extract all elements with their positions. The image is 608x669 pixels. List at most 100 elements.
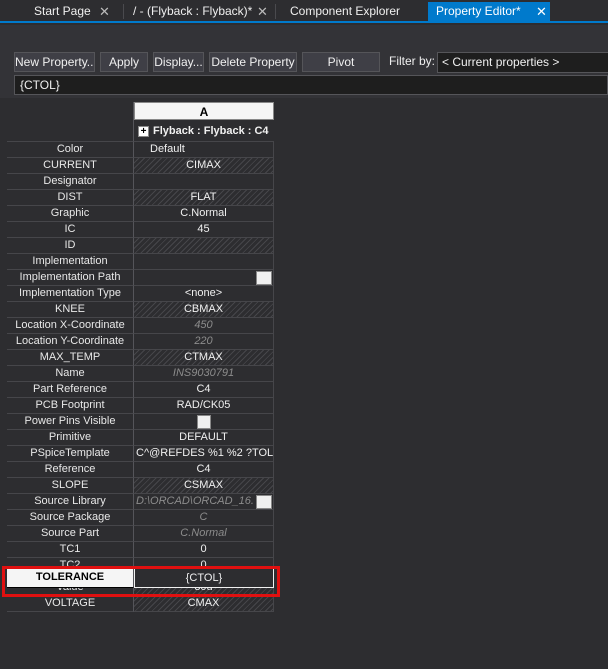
property-row-voltage[interactable]: VOLTAGE CMAX — [7, 596, 274, 612]
property-row-pcb-footprint[interactable]: PCB Footprint RAD/CK05 — [7, 398, 274, 414]
property-label[interactable]: Implementation Type — [7, 286, 134, 302]
browse-button[interactable] — [256, 271, 272, 285]
expand-icon[interactable]: + — [138, 125, 149, 137]
property-value[interactable]: 0 — [134, 542, 274, 558]
property-row-source-part[interactable]: Source Part C.Normal — [7, 526, 274, 542]
property-row-name[interactable]: Name INS9030791 — [7, 366, 274, 382]
property-label[interactable]: Graphic — [7, 206, 134, 222]
property-row-power-pins-visible[interactable]: Power Pins Visible — [7, 414, 274, 430]
property-label[interactable]: Source Library — [7, 494, 134, 510]
property-value[interactable]: C4 — [134, 382, 274, 398]
property-row-max-temp[interactable]: MAX_TEMP CTMAX — [7, 350, 274, 366]
property-row-knee[interactable]: KNEE CBMAX — [7, 302, 274, 318]
property-label[interactable]: Implementation — [7, 254, 134, 270]
pivot-button[interactable]: Pivot — [302, 52, 380, 72]
property-value[interactable]: DEFAULT — [134, 430, 274, 446]
property-label[interactable]: Part Reference — [7, 382, 134, 398]
property-label[interactable]: CURRENT — [7, 158, 134, 174]
tab-component-explorer[interactable]: Component Explorer — [282, 2, 417, 21]
property-value[interactable] — [134, 414, 274, 430]
property-label[interactable]: Reference — [7, 462, 134, 478]
property-value[interactable]: CBMAX — [134, 302, 274, 318]
property-value[interactable]: 220 — [134, 334, 274, 350]
property-row-slope[interactable]: SLOPE CSMAX — [7, 478, 274, 494]
property-value[interactable]: C.Normal — [134, 206, 274, 222]
property-row-source-library[interactable]: Source Library D:\ORCAD\ORCAD_16. — [7, 494, 274, 510]
formula-field[interactable]: {CTOL} — [14, 75, 608, 95]
property-row-reference[interactable]: Reference C4 — [7, 462, 274, 478]
tab-schematic[interactable]: / - (Flyback : Flyback)* ✕ — [125, 2, 270, 21]
property-row-pspice-template[interactable]: PSpiceTemplate C^@REFDES %1 %2 ?TOLE — [7, 446, 274, 462]
property-value[interactable]: C4 — [134, 462, 274, 478]
property-row-implementation-type[interactable]: Implementation Type <none> — [7, 286, 274, 302]
property-row-dist[interactable]: DIST FLAT — [7, 190, 274, 206]
close-icon[interactable]: ✕ — [99, 2, 110, 21]
property-label[interactable]: Power Pins Visible — [7, 414, 134, 430]
property-row-id[interactable]: ID — [7, 238, 274, 254]
property-value[interactable]: Default — [134, 142, 274, 158]
property-value[interactable]: FLAT — [134, 190, 274, 206]
property-value[interactable]: C^@REFDES %1 %2 ?TOLE — [134, 446, 274, 462]
property-label[interactable]: VOLTAGE — [7, 596, 134, 612]
display-button[interactable]: Display... — [153, 52, 204, 72]
property-row-color[interactable]: Color Default — [7, 142, 274, 158]
property-value[interactable]: CMAX — [134, 596, 274, 612]
tab-start-page[interactable]: Start Page ✕ — [26, 2, 116, 21]
property-row-graphic[interactable]: Graphic C.Normal — [7, 206, 274, 222]
property-row-current[interactable]: CURRENT CIMAX — [7, 158, 274, 174]
tab-property-editor[interactable]: Property Editor* ✕ — [428, 2, 550, 21]
property-label[interactable]: Primitive — [7, 430, 134, 446]
property-value[interactable]: CIMAX — [134, 158, 274, 174]
property-label[interactable]: Location Y-Coordinate — [7, 334, 134, 350]
property-label[interactable]: Name — [7, 366, 134, 382]
property-label[interactable]: Implementation Path — [7, 270, 134, 286]
property-label[interactable]: Source Package — [7, 510, 134, 526]
property-row-implementation-path[interactable]: Implementation Path — [7, 270, 274, 286]
property-label[interactable]: SLOPE — [7, 478, 134, 494]
property-value[interactable]: C — [134, 510, 274, 526]
property-label[interactable]: Color — [7, 142, 134, 158]
property-label[interactable]: Source Part — [7, 526, 134, 542]
property-value[interactable]: 45 — [134, 222, 274, 238]
property-row-location-x[interactable]: Location X-Coordinate 450 — [7, 318, 274, 334]
property-row-location-y[interactable]: Location Y-Coordinate 220 — [7, 334, 274, 350]
part-title[interactable]: + Flyback : Flyback : C4 — [134, 120, 274, 142]
property-value[interactable] — [134, 174, 274, 190]
property-value[interactable]: INS9030791 — [134, 366, 274, 382]
property-row-implementation[interactable]: Implementation — [7, 254, 274, 270]
new-property-button[interactable]: New Property... — [14, 52, 95, 72]
apply-button[interactable]: Apply — [100, 52, 148, 72]
power-pins-checkbox[interactable] — [197, 415, 211, 429]
close-icon[interactable]: ✕ — [257, 2, 268, 21]
filter-dropdown[interactable]: < Current properties > — [437, 52, 608, 73]
close-icon[interactable]: ✕ — [536, 2, 547, 21]
property-label[interactable]: Location X-Coordinate — [7, 318, 134, 334]
property-row-designator[interactable]: Designator — [7, 174, 274, 190]
property-label[interactable]: IC — [7, 222, 134, 238]
property-label[interactable]: KNEE — [7, 302, 134, 318]
property-value[interactable]: RAD/CK05 — [134, 398, 274, 414]
property-row-tc1[interactable]: TC1 0 — [7, 542, 274, 558]
property-label[interactable]: ID — [7, 238, 134, 254]
property-label[interactable]: MAX_TEMP — [7, 350, 134, 366]
property-label[interactable]: TC1 — [7, 542, 134, 558]
property-value[interactable]: <none> — [134, 286, 274, 302]
property-value[interactable]: D:\ORCAD\ORCAD_16. — [134, 494, 274, 510]
property-value[interactable]: CTMAX — [134, 350, 274, 366]
property-label[interactable]: PSpiceTemplate — [7, 446, 134, 462]
property-value[interactable] — [134, 270, 274, 286]
property-value[interactable]: 450 — [134, 318, 274, 334]
property-value[interactable]: C.Normal — [134, 526, 274, 542]
property-label[interactable]: Designator — [7, 174, 134, 190]
property-row-part-reference[interactable]: Part Reference C4 — [7, 382, 274, 398]
property-label[interactable]: PCB Footprint — [7, 398, 134, 414]
property-value[interactable]: CSMAX — [134, 478, 274, 494]
property-row-source-package[interactable]: Source Package C — [7, 510, 274, 526]
property-label[interactable]: DIST — [7, 190, 134, 206]
column-header-a[interactable]: A — [134, 102, 274, 120]
browse-button[interactable] — [256, 495, 272, 509]
delete-property-button[interactable]: Delete Property — [209, 52, 297, 72]
property-value[interactable] — [134, 254, 274, 270]
property-value[interactable] — [134, 238, 274, 254]
grid-corner[interactable] — [7, 102, 134, 120]
